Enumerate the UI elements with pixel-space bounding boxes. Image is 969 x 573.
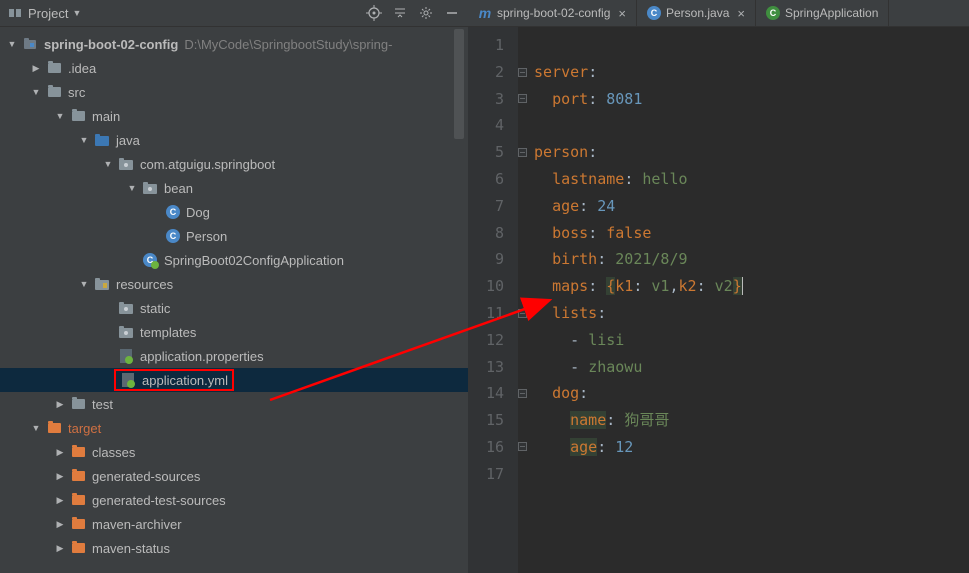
chevron-down-icon[interactable]: ▼ — [126, 182, 138, 194]
chevron-right-icon[interactable]: ▶ — [54, 446, 66, 458]
resources-folder-icon — [94, 276, 110, 292]
spring-class-icon: C — [142, 252, 158, 268]
project-icon — [8, 6, 22, 20]
chevron-down-icon[interactable]: ▼ — [54, 110, 66, 122]
tree-classes[interactable]: ▶ classes — [0, 440, 468, 464]
class-icon: C — [766, 6, 780, 20]
tree-target[interactable]: ▼ target — [0, 416, 468, 440]
tree-java[interactable]: ▼ java — [0, 128, 468, 152]
tree-maven-status[interactable]: ▶ maven-status — [0, 536, 468, 560]
class-icon: C — [647, 6, 661, 20]
tree-package[interactable]: ▼ com.atguigu.springboot — [0, 152, 468, 176]
code-content[interactable]: server: port: 8081 person: lastname: hel… — [518, 27, 969, 573]
tab-spring-boot-config[interactable]: m spring-boot-02-config × — [468, 0, 637, 27]
tree-resources[interactable]: ▼ resources — [0, 272, 468, 296]
chevron-down-icon[interactable]: ▼ — [6, 38, 18, 50]
folder-icon — [46, 420, 62, 436]
tab-spring-application[interactable]: C SpringApplication — [756, 0, 889, 27]
tree-gen-sources[interactable]: ▶ generated-sources — [0, 464, 468, 488]
folder-icon — [70, 540, 86, 556]
folder-icon — [46, 84, 62, 100]
source-folder-icon — [94, 132, 110, 148]
tree-person[interactable]: C Person — [0, 224, 468, 248]
folder-icon — [70, 468, 86, 484]
chevron-right-icon[interactable]: ▶ — [30, 62, 42, 74]
close-icon[interactable]: × — [618, 6, 626, 21]
package-icon — [118, 156, 134, 172]
tab-person-java[interactable]: C Person.java × — [637, 0, 756, 27]
collapse-icon[interactable] — [392, 5, 408, 21]
tree-test[interactable]: ▶ test — [0, 392, 468, 416]
class-icon: C — [166, 205, 180, 219]
tree-bean[interactable]: ▼ bean — [0, 176, 468, 200]
tree-idea[interactable]: ▶ .idea — [0, 56, 468, 80]
chevron-right-icon[interactable]: ▶ — [54, 494, 66, 506]
folder-icon — [46, 60, 62, 76]
folder-icon — [118, 324, 134, 340]
folder-icon — [70, 444, 86, 460]
tree-gen-test-sources[interactable]: ▶ generated-test-sources — [0, 488, 468, 512]
tree-static[interactable]: static — [0, 296, 468, 320]
chevron-down-icon[interactable]: ▼ — [30, 422, 42, 434]
tree-dog[interactable]: C Dog — [0, 200, 468, 224]
editor-tabs: m spring-boot-02-config × C Person.java … — [468, 0, 969, 27]
folder-icon — [70, 516, 86, 532]
chevron-right-icon[interactable]: ▶ — [54, 398, 66, 410]
scrollbar-vertical[interactable] — [454, 29, 464, 479]
tree-main[interactable]: ▼ main — [0, 104, 468, 128]
tree-app-yml[interactable]: application.yml — [0, 368, 468, 392]
chevron-down-icon[interactable]: ▼ — [72, 8, 81, 18]
tree-springboot-app[interactable]: C SpringBoot02ConfigApplication — [0, 248, 468, 272]
spring-config-icon — [118, 348, 134, 364]
project-tree-panel: ▼ spring-boot-02-config D:\MyCode\Spring… — [0, 27, 468, 573]
close-icon[interactable]: × — [737, 6, 745, 21]
locate-icon[interactable] — [366, 5, 382, 21]
spring-config-icon — [120, 372, 136, 388]
chevron-down-icon[interactable]: ▼ — [78, 134, 90, 146]
folder-icon — [118, 300, 134, 316]
tree-maven-archiver[interactable]: ▶ maven-archiver — [0, 512, 468, 536]
chevron-down-icon[interactable]: ▼ — [78, 278, 90, 290]
folder-icon — [70, 492, 86, 508]
tree-app-properties[interactable]: application.properties — [0, 344, 468, 368]
chevron-right-icon[interactable]: ▶ — [54, 542, 66, 554]
module-icon — [22, 36, 38, 52]
chevron-down-icon[interactable]: ▼ — [30, 86, 42, 98]
gear-icon[interactable] — [418, 5, 434, 21]
chevron-right-icon[interactable]: ▶ — [54, 470, 66, 482]
chevron-down-icon[interactable]: ▼ — [102, 158, 114, 170]
tree-project-root[interactable]: ▼ spring-boot-02-config D:\MyCode\Spring… — [0, 32, 468, 56]
tree-templates[interactable]: templates — [0, 320, 468, 344]
line-number-gutter: 1234567891011121314151617 — [468, 27, 518, 573]
package-icon — [142, 180, 158, 196]
project-panel-title: Project — [28, 6, 68, 21]
folder-icon — [70, 396, 86, 412]
project-panel-header[interactable]: Project ▼ — [0, 0, 468, 27]
class-icon: C — [166, 229, 180, 243]
chevron-right-icon[interactable]: ▶ — [54, 518, 66, 530]
maven-icon: m — [478, 6, 492, 20]
tree-src[interactable]: ▼ src — [0, 80, 468, 104]
folder-icon — [70, 108, 86, 124]
code-editor[interactable]: 1234567891011121314151617 server: port: … — [468, 27, 969, 573]
hide-icon[interactable] — [444, 5, 460, 21]
